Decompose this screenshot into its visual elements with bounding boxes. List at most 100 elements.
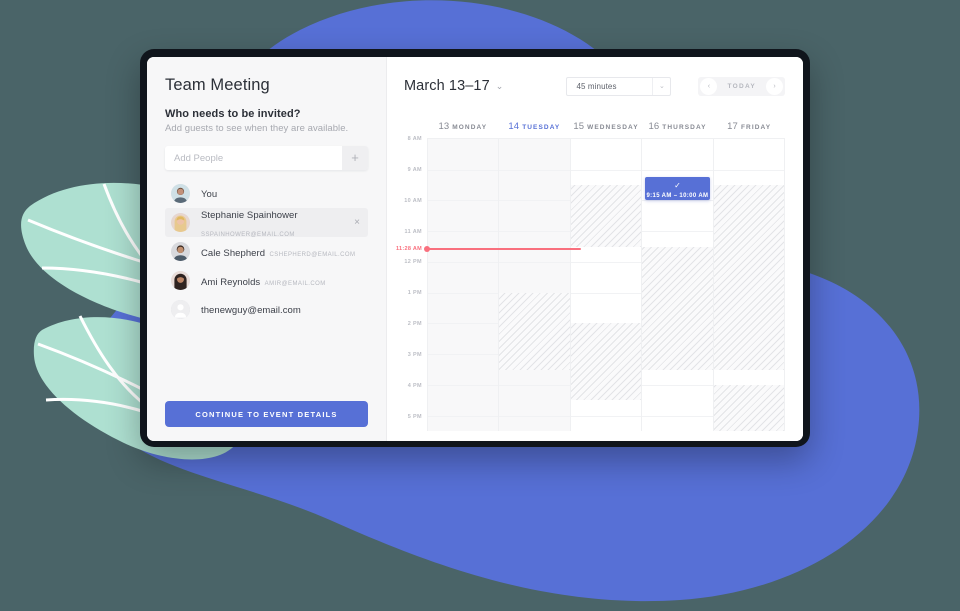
day-name: THURSDAY: [662, 124, 707, 131]
day-column-wednesday[interactable]: [570, 139, 643, 431]
today-button[interactable]: TODAY: [717, 83, 766, 90]
day-header-wednesday[interactable]: 15 WEDNESDAY: [570, 116, 642, 134]
day-column-tuesday[interactable]: [499, 139, 571, 431]
date-range-label[interactable]: March 13–17: [404, 78, 490, 94]
list-item-text: Ami Reynolds AMIR@EMAIL.COM: [201, 272, 361, 290]
day-number: 15: [573, 121, 585, 132]
day-number: 16: [648, 121, 660, 132]
remove-person-icon[interactable]: ×: [353, 216, 361, 230]
invite-question: Who needs to be invited?: [165, 108, 301, 120]
person-email: CSHEPHERD@EMAIL.COM: [269, 251, 356, 258]
grid-hour-line: [570, 169, 642, 171]
chevron-down-icon: ⌄: [652, 77, 670, 95]
day-header-thursday[interactable]: 16 THURSDAY: [642, 116, 714, 134]
event-time-label: 9:15 AM – 10:00 AM: [646, 193, 709, 200]
day-number: 17: [727, 121, 738, 132]
time-label: 2 PM: [407, 321, 422, 328]
time-axis: 8 AM 9 AM 10 AM 11 AM 12 PM 1 PM 2 PM 3 PM 4 PM 5…: [401, 136, 427, 431]
time-label: 5 PM: [407, 413, 422, 420]
day-name: TUESDAY: [522, 124, 561, 131]
day-column-thursday[interactable]: ✓ 9:15 AM – 10:00 AM: [642, 139, 714, 431]
page-title: Team Meeting: [165, 76, 270, 94]
grid-hour-line: [570, 415, 642, 417]
calendar-toolbar: March 13–17 ⌄ 45 minutes ⌄ ‹ TODAY ›: [401, 74, 785, 98]
time-label: 11 AM: [404, 228, 422, 235]
duration-value: 45 minutes: [576, 81, 617, 91]
add-person-button[interactable]: +: [342, 146, 368, 170]
grid-hour-line: [428, 415, 499, 417]
busy-block: [499, 292, 570, 370]
day-header-tuesday[interactable]: 14 TUESDAY: [499, 116, 571, 134]
day-number: 14: [508, 121, 520, 132]
list-item[interactable]: Ami Reynolds AMIR@EMAIL.COM: [165, 266, 368, 295]
time-label: 10 AM: [404, 197, 422, 204]
busy-block: [713, 185, 785, 370]
time-label: 3 PM: [407, 351, 422, 358]
laptop-window-frame: Team Meeting Who needs to be invited? Ad…: [140, 49, 810, 447]
avatar-placeholder: [171, 300, 190, 319]
grid-hour-line: [570, 261, 642, 263]
grid-hour-line: [499, 261, 570, 263]
next-week-button[interactable]: ›: [766, 77, 783, 95]
day-number: 13: [438, 121, 450, 132]
add-people-input[interactable]: [165, 146, 342, 170]
grid-hour-line: [428, 354, 499, 356]
grid-hour-line: [642, 384, 713, 386]
grid-hour-line: [570, 292, 642, 294]
day-name: FRIDAY: [740, 124, 772, 131]
person-name: Cale Shepherd: [201, 247, 266, 259]
calendar-panel: March 13–17 ⌄ 45 minutes ⌄ ‹ TODAY › 13 …: [387, 57, 803, 441]
grid-hour-line: [428, 384, 499, 386]
grid-hour-line: [642, 169, 713, 171]
list-item[interactable]: thenewguy@email.com: [165, 295, 368, 324]
person-name: You: [201, 188, 218, 200]
toolbar-right: 45 minutes ⌄ ‹ TODAY ›: [566, 76, 785, 96]
add-people-row: +: [165, 146, 368, 170]
duration-select[interactable]: 45 minutes ⌄: [566, 76, 672, 96]
grid-hour-line: [428, 292, 499, 294]
avatar-stephanie: [171, 213, 190, 232]
calendar-event[interactable]: ✓ 9:15 AM – 10:00 AM: [645, 177, 710, 201]
person-email: AMIR@EMAIL.COM: [264, 280, 326, 287]
continue-to-event-details-button[interactable]: CONTINUE TO EVENT DETAILS: [165, 401, 368, 427]
grid-hour-line: [499, 231, 570, 233]
invite-subtext: Add guests to see when they are availabl…: [165, 123, 349, 134]
grid-hour-line: [428, 200, 499, 202]
chevron-down-icon[interactable]: ⌄: [496, 81, 504, 92]
grid-hour-line: [642, 415, 713, 417]
busy-block: [570, 185, 642, 247]
list-item-text: Cale Shepherd CSHEPHERD@EMAIL.COM: [201, 243, 361, 261]
day-column-friday[interactable]: [713, 139, 785, 431]
time-label: 1 PM: [407, 290, 422, 297]
time-label: 12 PM: [404, 259, 422, 266]
list-item-text: Stephanie Spainhower SSPAINHOWER@EMAIL.C…: [201, 205, 353, 241]
calendar-grid[interactable]: ✓ 9:15 AM – 10:00 AM: [427, 138, 785, 431]
grid-hour-line: [499, 169, 570, 171]
prev-week-button[interactable]: ‹: [700, 77, 718, 95]
list-item-text: You: [201, 184, 361, 204]
day-header-monday[interactable]: 13 MONDAY: [427, 116, 499, 134]
day-header-friday[interactable]: 17 FRIDAY: [713, 116, 785, 134]
person-name: thenewguy@email.com: [201, 304, 301, 316]
grid-hour-line: [713, 169, 785, 171]
avatar-ami: [171, 271, 190, 290]
list-item[interactable]: Cale Shepherd CSHEPHERD@EMAIL.COM: [165, 237, 368, 266]
time-label: 4 PM: [407, 382, 422, 389]
grid-hour-line: [428, 323, 499, 325]
grid-hour-line: [428, 231, 499, 233]
time-label: 8 AM: [407, 136, 422, 142]
day-name: MONDAY: [452, 124, 488, 131]
calendar-grid-wrap: 8 AM 9 AM 10 AM 11 AM 12 PM 1 PM 2 PM 3 PM 4 PM 5…: [396, 136, 785, 441]
time-label: 9 AM: [407, 166, 422, 173]
day-header-row: 13 MONDAY 14 TUESDAY 15 WEDNESDAY 16 THURSDA…: [401, 116, 785, 134]
invitee-list: You Stephanie Spainhower SSPAINHOWER@EMA…: [165, 179, 368, 324]
date-nav-group: ‹ TODAY ›: [698, 76, 785, 96]
grid-hour-line: [499, 384, 570, 386]
grid-hour-line: [642, 231, 713, 233]
day-column-monday[interactable]: [428, 139, 500, 431]
day-name: WEDNESDAY: [587, 124, 639, 131]
current-time-label: 11:28 AM: [396, 245, 423, 252]
list-item[interactable]: Stephanie Spainhower SSPAINHOWER@EMAIL.C…: [165, 208, 368, 238]
app-screen: Team Meeting Who needs to be invited? Ad…: [147, 57, 803, 441]
grid-hour-line: [499, 415, 570, 417]
